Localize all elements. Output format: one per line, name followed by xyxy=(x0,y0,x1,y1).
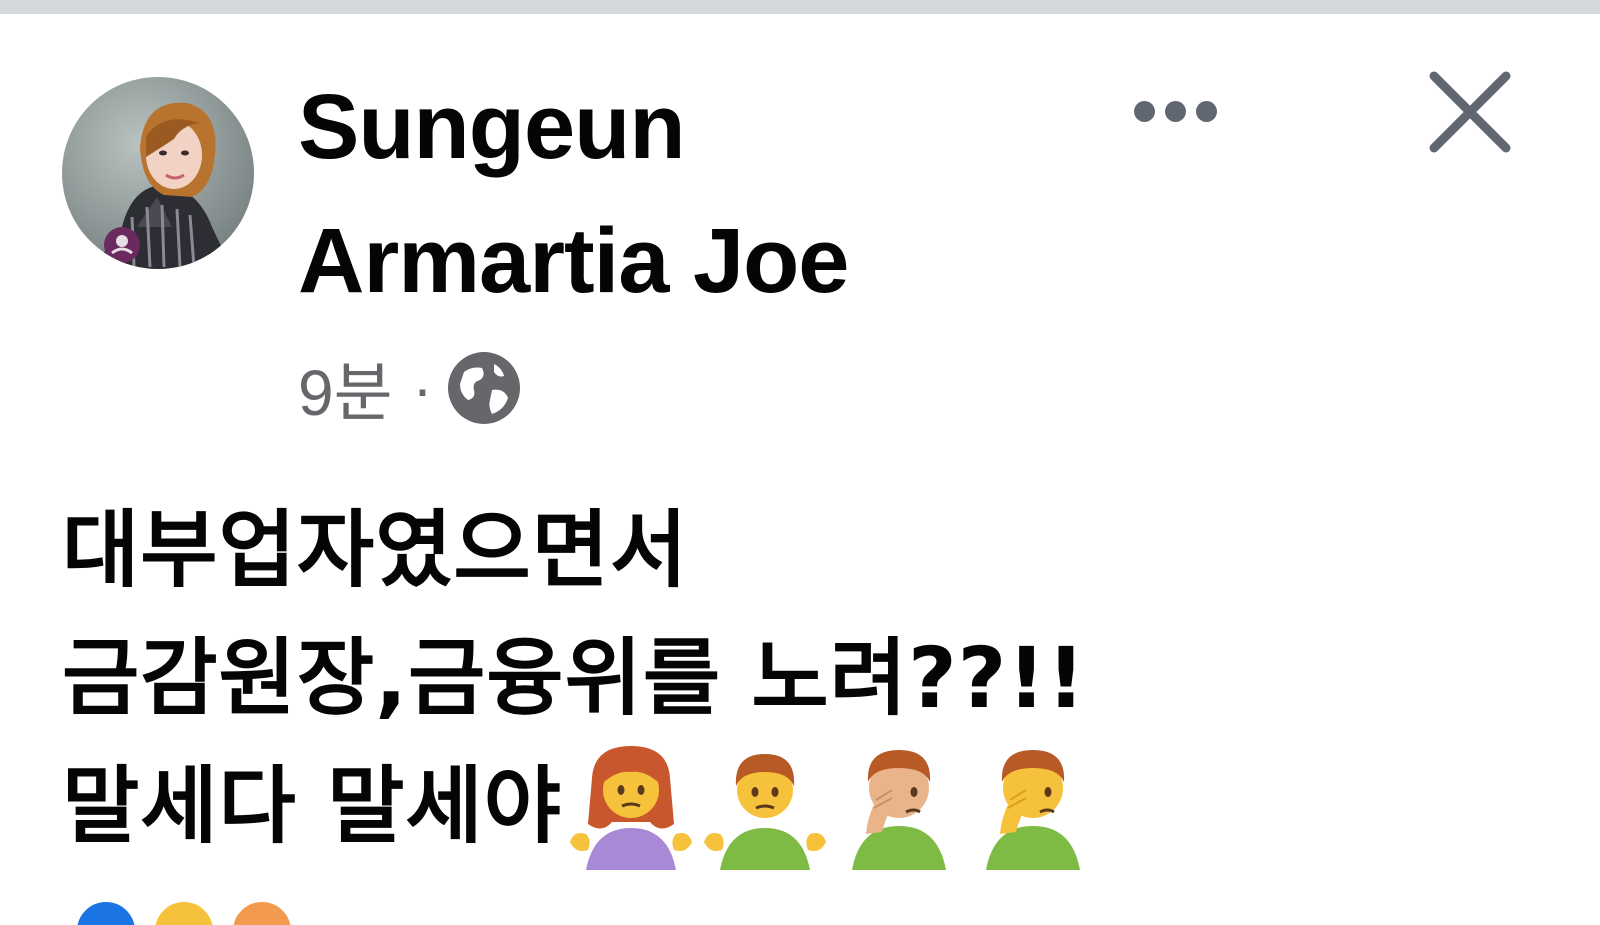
reactions-bar xyxy=(0,885,1600,925)
haha-icon[interactable] xyxy=(230,899,294,925)
like-icon[interactable] xyxy=(74,899,138,925)
man-shrugging-emoji-icon xyxy=(703,754,826,870)
profile-photo xyxy=(62,77,254,269)
more-options-button[interactable] xyxy=(1120,80,1230,142)
post-line: 금감원장,금융위를 노려??!! xyxy=(62,629,1087,727)
woman-shrugging-emoji-icon xyxy=(569,746,692,870)
man-facepalming-emoji-icon xyxy=(851,750,946,870)
post-meta: 9분 · xyxy=(298,346,522,430)
post-line: 말세다 말세야 xyxy=(62,757,562,855)
love-icon[interactable] xyxy=(152,899,216,925)
author-name[interactable]: Sungeun Armartia Joe xyxy=(298,60,1058,328)
man-facepalming-emoji-icon xyxy=(985,750,1080,870)
meta-separator: · xyxy=(412,354,433,422)
avatar[interactable] xyxy=(62,77,254,269)
post-line: 대부업자였으면서 xyxy=(62,501,689,599)
globe-icon[interactable] xyxy=(446,350,522,426)
post-line-with-emojis: 말세다 말세야 xyxy=(62,742,1562,870)
close-icon xyxy=(1429,71,1511,153)
post-time[interactable]: 9분 xyxy=(298,342,392,434)
emoji-group xyxy=(564,742,1100,870)
post-body: 대부업자였으면서 금감원장,금융위를 노려??!! 말세다 말세야 xyxy=(62,486,1562,870)
more-horizontal-icon xyxy=(1133,100,1155,122)
close-button[interactable] xyxy=(1420,62,1520,162)
top-bar xyxy=(0,0,1600,14)
more-horizontal-icon xyxy=(1195,100,1217,122)
more-horizontal-icon xyxy=(1164,100,1186,122)
